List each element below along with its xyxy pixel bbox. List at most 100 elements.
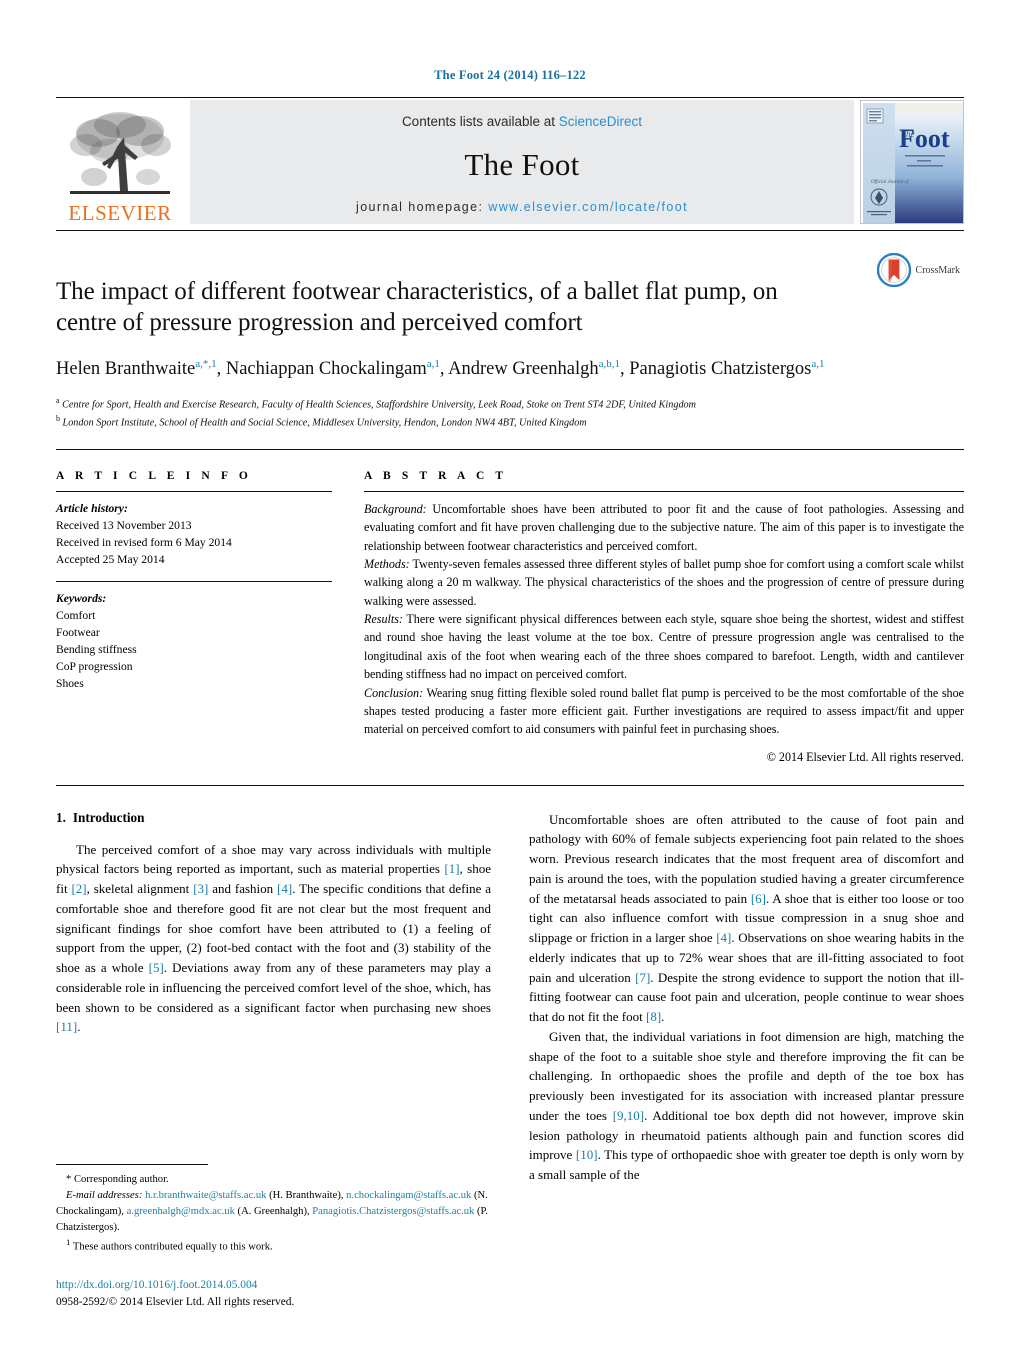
info-abstract-row: A R T I C L E I N F O Article history: R…: [56, 450, 964, 765]
citation-link[interactable]: [2]: [71, 881, 86, 896]
keyword-item: Shoes: [56, 677, 84, 691]
article-history-block: Article history: Received 13 November 20…: [56, 500, 332, 568]
author-affiliation-marker: a,b,1: [598, 357, 621, 370]
equal-marker: 1: [66, 1236, 71, 1247]
abstract-column: A B S T R A C T Background: Uncomfortabl…: [364, 470, 964, 765]
citation-link[interactable]: [9,10]: [613, 1108, 644, 1123]
affiliation-item: a Centre for Sport, Health and Exercise …: [56, 396, 696, 411]
footnote-block: * Corresponding author. E-mail addresses…: [56, 1164, 498, 1255]
journal-title: The Foot: [464, 146, 580, 182]
history-item: Received in revised form 6 May 2014: [56, 535, 232, 549]
author-name: Panagiotis Chatzistergos: [629, 358, 812, 379]
email-addresses-label: E-mail addresses:: [66, 1189, 146, 1201]
svg-text:Official Journal of: Official Journal of: [871, 180, 909, 185]
elsevier-logo: ELSEVIER: [56, 100, 184, 224]
affiliation-marker: b: [56, 414, 60, 424]
keyword-item: Bending stiffness: [56, 642, 137, 656]
author-affiliation-marker: a,1: [426, 357, 440, 370]
body-paragraph: Given that, the individual variations in…: [529, 1028, 965, 1183]
author-affiliation-marker: a,*,1: [195, 357, 217, 370]
abstract-section-label: Results:: [364, 612, 403, 626]
email-link[interactable]: n.chockalingam@staffs.ac.uk: [346, 1190, 471, 1201]
cover-artwork-icon: The Foot Official Journal of: [861, 101, 963, 223]
keywords-rule: [56, 580, 332, 582]
crossmark-icon: [876, 253, 911, 287]
affiliation-marker: a: [56, 396, 60, 406]
article-history-label: Article history:: [56, 501, 128, 515]
author-list: Helen Branthwaitea,*,1, Nachiappan Chock…: [56, 357, 825, 379]
elsevier-tree-icon: [70, 112, 171, 194]
author-affiliation-marker: a,1: [811, 357, 825, 370]
running-head: The Foot 24 (2014) 116–122: [434, 68, 586, 82]
contents-prefix: Contents lists available at: [401, 114, 559, 129]
intro-left-paragraphs: The perceived comfort of a shoe may vary…: [56, 840, 491, 1038]
homepage-prefix: journal homepage:: [356, 200, 489, 214]
equal-contribution-line: 1 These authors contributed equally to t…: [56, 1236, 498, 1255]
sciencedirect-link[interactable]: ScienceDirect: [559, 114, 642, 129]
equal-text: These authors contributed equally to thi…: [72, 1241, 273, 1253]
corresponding-marker: *: [66, 1174, 72, 1186]
abstract-heading: A B S T R A C T: [364, 469, 508, 482]
citation-link[interactable]: [3]: [193, 881, 208, 896]
citation-link[interactable]: [10]: [576, 1147, 598, 1162]
citation-link[interactable]: [1]: [444, 861, 459, 876]
crossmark-label: CrossMark: [915, 264, 960, 276]
abstract-section: Conclusion: Wearing snug fitting flexibl…: [364, 685, 964, 737]
abstract-section: Results: There were significant physical…: [364, 612, 964, 682]
email-link[interactable]: Panagiotis.Chatzistergos@staffs.ac.uk: [312, 1206, 474, 1217]
crossmark-badge[interactable]: CrossMark: [876, 253, 960, 287]
section-title: Introduction: [72, 809, 145, 825]
author-name: Nachiappan Chockalingam: [225, 358, 427, 379]
journal-homepage-line: journal homepage: www.elsevier.com/locat…: [356, 200, 688, 214]
keywords-block: Keywords: Comfort Footwear Bending stiff…: [56, 590, 332, 692]
corresponding-author-line: * Corresponding author.: [56, 1172, 498, 1188]
abstract-section: Methods: Twenty-seven females assessed t…: [364, 556, 964, 608]
author-name: Andrew Greenhalgh: [448, 358, 599, 379]
keyword-item: Footwear: [56, 625, 100, 639]
email-addresses-line: E-mail addresses: h.r.branthwaite@staffs…: [56, 1189, 488, 1233]
citation-link[interactable]: [11]: [56, 1019, 77, 1034]
body-columns: 1. Introduction The perceived comfort of …: [56, 786, 964, 1185]
issn-copyright-line: 0958-2592/© 2014 Elsevier Ltd. All right…: [56, 1295, 295, 1308]
citation-link[interactable]: [7]: [635, 970, 650, 985]
affiliation-list: a Centre for Sport, Health and Exercise …: [56, 395, 964, 430]
abstract-section-label: Background:: [364, 501, 427, 516]
svg-text:Foot: Foot: [899, 124, 950, 153]
body-paragraph: Uncomfortable shoes are often attributed…: [529, 811, 965, 1025]
abstract-section-label: Methods:: [364, 556, 410, 571]
citation-link[interactable]: [8]: [646, 1009, 661, 1024]
article-info-column: A R T I C L E I N F O Article history: R…: [56, 470, 332, 765]
author-name: Helen Branthwaite: [56, 358, 196, 379]
citation-link[interactable]: [4]: [277, 881, 292, 896]
doi-block: http://dx.doi.org/10.1016/j.foot.2014.05…: [56, 1277, 498, 1311]
history-item: Received 13 November 2013: [56, 518, 192, 532]
body-column-left: 1. Introduction The perceived comfort of …: [56, 810, 491, 1185]
article-info-rule: [56, 490, 332, 492]
paper-page: The Foot 24 (2014) 116–122 ELSEVIER Cont…: [0, 0, 1020, 1351]
history-item: Accepted 25 May 2014: [56, 552, 165, 566]
body-paragraph: The perceived comfort of a shoe may vary…: [56, 841, 492, 1035]
citation-link[interactable]: [4]: [716, 930, 731, 945]
journal-cover-thumbnail: The Foot Official Journal of: [860, 100, 964, 224]
citation-link[interactable]: [5]: [149, 960, 164, 975]
intro-right-paragraphs: Uncomfortable shoes are often attributed…: [529, 810, 964, 1185]
title-block: CrossMark The impact of different footwe…: [56, 231, 964, 431]
abstract-body: Background: Uncomfortable shoes have bee…: [364, 500, 964, 739]
email-link[interactable]: h.r.branthwaite@staffs.ac.uk: [145, 1190, 266, 1201]
keyword-item: CoP progression: [56, 660, 133, 673]
journal-banner: ELSEVIER Contents lists available at Sci…: [56, 100, 964, 224]
homepage-url-link[interactable]: www.elsevier.com/locate/foot: [488, 200, 688, 214]
email-link[interactable]: a.greenhalgh@mdx.ac.uk: [127, 1206, 235, 1217]
doi-link[interactable]: http://dx.doi.org/10.1016/j.foot.2014.05…: [56, 1277, 498, 1294]
keywords-label: Keywords:: [56, 591, 107, 605]
footnote-rule: [56, 1164, 208, 1166]
section-heading-introduction: 1. Introduction: [56, 810, 491, 826]
abstract-rule: [364, 490, 964, 492]
citation-link[interactable]: [6]: [751, 891, 766, 906]
abstract-copyright: © 2014 Elsevier Ltd. All rights reserved…: [766, 749, 964, 764]
abstract-section-label: Conclusion:: [364, 685, 424, 700]
keyword-item: Comfort: [56, 608, 96, 622]
banner-center: Contents lists available at ScienceDirec…: [190, 100, 854, 224]
section-number: 1.: [56, 809, 66, 825]
affiliation-item: b London Sport Institute, School of Heal…: [56, 414, 587, 429]
